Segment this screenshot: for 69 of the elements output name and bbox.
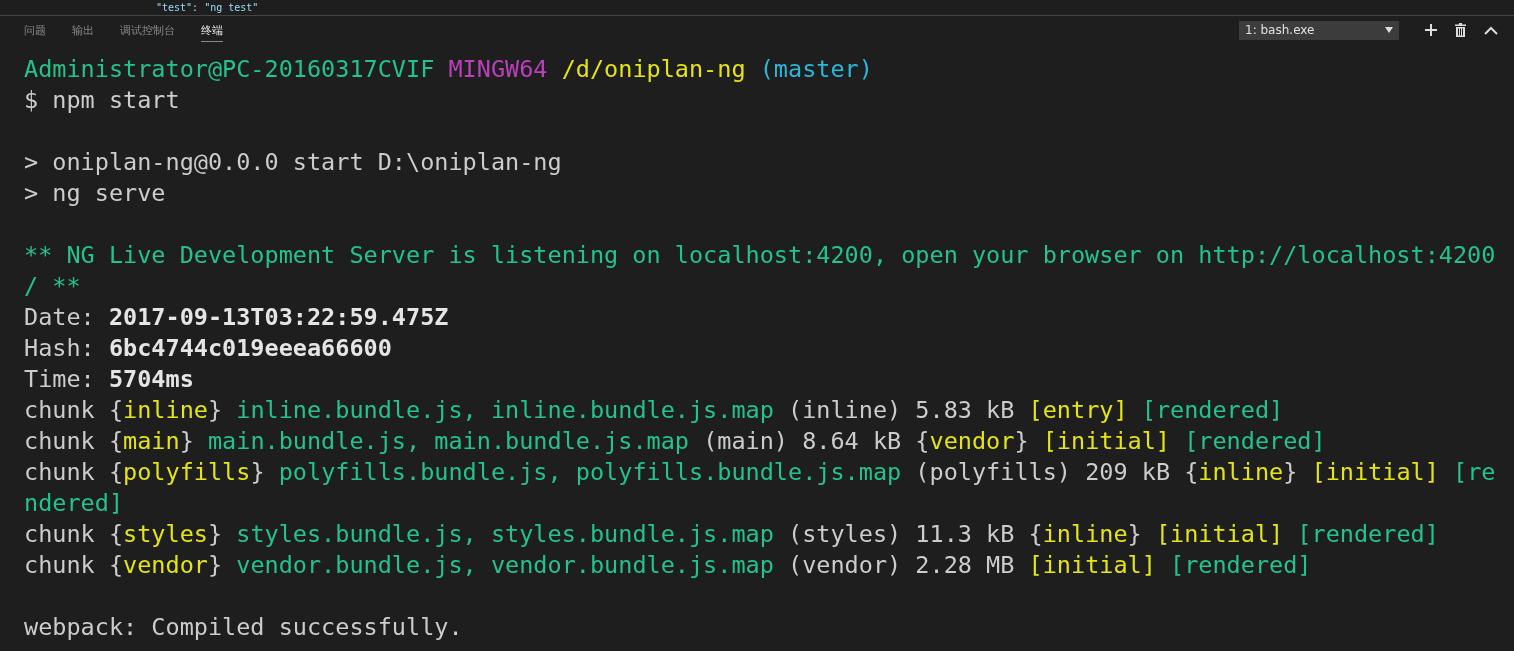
plus-icon[interactable]: [1425, 24, 1437, 36]
terminal-text: inline: [1198, 458, 1284, 486]
terminal-select-value: 1: bash.exe: [1245, 23, 1315, 37]
terminal-text: polyfills: [123, 458, 251, 486]
terminal-text: ndered]: [24, 489, 124, 517]
terminal-text: [initial]: [1042, 427, 1172, 455]
terminal-text: webpack: Compiled successfully.: [24, 613, 463, 641]
terminal-text: [rendered]: [1184, 427, 1326, 455]
caret-icon: [1385, 27, 1393, 33]
terminal-text: main.bundle.js, main.bundle.js.map: [207, 427, 690, 455]
terminal-text: chunk {: [24, 551, 124, 579]
panel-tab[interactable]: 调试控制台: [120, 18, 175, 42]
panel-tab[interactable]: 问题: [24, 18, 46, 42]
terminal-text: [rendered]: [1297, 520, 1439, 548]
terminal-text: styles.bundle.js, styles.bundle.js.map: [236, 520, 775, 548]
terminal-text: inline: [1042, 520, 1128, 548]
terminal-text: (polyfills) 209 kB {: [915, 458, 1199, 486]
terminal-text: }: [207, 520, 224, 548]
terminal-text: 5704ms: [108, 365, 194, 393]
terminal-text: }: [1127, 520, 1143, 548]
terminal-text: (main) 8.64 kB {: [703, 427, 930, 455]
terminal-text: (inline) 5.83 kB: [788, 396, 1016, 424]
terminal-text: vendor.bundle.js, vendor.bundle.js.map: [236, 551, 775, 579]
terminal-text: vendor: [929, 427, 1015, 455]
terminal-text: /d/oniplan-ng: [561, 55, 747, 83]
terminal-text: (master): [759, 55, 873, 83]
terminal-text: styles: [123, 520, 208, 548]
terminal-text: (vendor) 2.28 MB: [788, 551, 1016, 579]
terminal-text: 6bc4744c019eeea66600: [108, 334, 392, 362]
terminal-text: [entry]: [1028, 396, 1129, 424]
panel-tab[interactable]: 终端: [201, 18, 223, 42]
terminal-text: [re: [1453, 458, 1496, 486]
terminal-text: inline: [123, 396, 208, 424]
panel-tab[interactable]: 输出: [72, 18, 94, 42]
terminal-text: [initial]: [1155, 520, 1285, 548]
terminal-text: }: [179, 427, 195, 455]
terminal-text: vendor: [123, 551, 208, 579]
chevron-up-icon[interactable]: [1484, 25, 1498, 35]
terminal-text: Administrator@PC-20160317CVIF: [24, 55, 436, 83]
trash-icon[interactable]: [1455, 23, 1466, 37]
terminal-text: $ npm start: [24, 86, 180, 114]
terminal-text: }: [1283, 458, 1299, 486]
terminal-text: Date:: [24, 303, 96, 331]
terminal-text: MINGW64: [448, 55, 549, 83]
terminal-text: > ng serve: [24, 179, 166, 207]
terminal-text: inline.bundle.js, inline.bundle.js.map: [236, 396, 775, 424]
terminal-text: [rendered]: [1141, 396, 1284, 424]
terminal-text: }: [250, 458, 266, 486]
terminal-text: Hash:: [24, 334, 96, 362]
terminal-text: main: [123, 427, 180, 455]
code-line: "test": "ng test": [156, 1, 259, 14]
terminal-text: [initial]: [1028, 551, 1157, 579]
terminal-text: }: [1014, 427, 1030, 455]
terminal-text: chunk {: [24, 427, 124, 455]
terminal-text: }: [207, 551, 224, 579]
terminal-text: [rendered]: [1170, 551, 1312, 579]
terminal-text: Time:: [24, 365, 96, 393]
terminal-text: / **: [24, 272, 81, 300]
terminal-text: [initial]: [1311, 458, 1440, 486]
terminal-select[interactable]: 1: bash.exe: [1239, 20, 1399, 40]
terminal-text: chunk {: [24, 396, 124, 424]
terminal-text: chunk {: [24, 520, 124, 548]
terminal-text: ** NG Live Development Server is listening on localhost:4200, open your browser on http://localhost:4200: [24, 241, 1496, 269]
terminal-text: 2017-09-13T03:22:59.475Z: [108, 303, 449, 331]
terminal-text: chunk {: [24, 458, 124, 486]
terminal-text: }: [207, 396, 224, 424]
terminal-text: > oniplan-ng@0.0.0 start D:\oniplan-ng: [24, 148, 562, 176]
terminal-text: polyfills.bundle.js, polyfills.bundle.js.map: [278, 458, 903, 486]
terminal-text: (styles) 11.3 kB {: [788, 520, 1043, 548]
